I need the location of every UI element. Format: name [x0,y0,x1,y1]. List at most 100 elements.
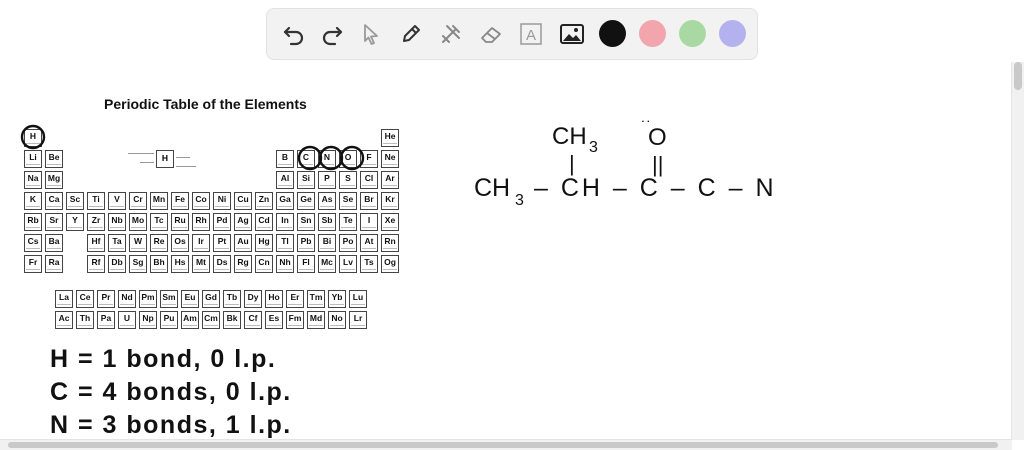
element-cell-detail [131,227,145,228]
element-cell-detail [246,304,260,305]
element-cell: K [24,192,42,210]
key-line [176,166,196,167]
vertical-scroll-thumb[interactable] [1014,62,1022,90]
element-cell: Br [360,192,378,210]
element-cell: Lr [349,311,367,329]
vertical-scrollbar[interactable] [1011,62,1024,440]
element-cell: Pa [97,311,115,329]
element-cell: Gd [202,290,220,308]
element-cell: Yb [328,290,346,308]
horizontal-scrollbar[interactable] [0,439,1012,450]
element-cell-detail [278,206,292,207]
element-cell: Rf [87,255,105,273]
element-cell-detail [89,227,103,228]
element-cell: Tm [307,290,325,308]
element-cell-detail [299,269,313,270]
element-cell: No [328,311,346,329]
element-cell: Ru [171,213,189,231]
element-cell: C [297,150,315,168]
element-cell: Cf [244,311,262,329]
element-cell-detail [299,206,313,207]
undo-button[interactable] [278,18,310,50]
element-cell: Zr [87,213,105,231]
element-cell-detail [246,325,260,326]
element-cell: Nb [108,213,126,231]
element-cell: Hs [171,255,189,273]
element-cell: Mt [192,255,210,273]
element-cell: Mn [150,192,168,210]
element-cell: Ga [276,192,294,210]
element-cell-detail [341,269,355,270]
element-cell: He [381,129,399,147]
element-cell: Te [339,213,357,231]
element-cell: At [360,234,378,252]
element-cell-detail [110,227,124,228]
color-swatch-pink[interactable] [639,20,666,47]
element-cell-detail [341,164,355,165]
element-cell: Bh [150,255,168,273]
element-cell-detail [26,143,40,144]
element-cell: Os [171,234,189,252]
pen-icon [403,25,420,42]
color-swatch-green[interactable] [679,20,706,47]
element-cell-detail [131,206,145,207]
element-cell: Ir [192,234,210,252]
element-cell: Rg [234,255,252,273]
element-cell: Pu [160,311,178,329]
element-cell-detail [110,248,124,249]
element-cell-detail [26,164,40,165]
element-cell: F [360,150,378,168]
element-cell-detail [131,248,145,249]
element-cell-detail [99,304,113,305]
element-cell: Pb [297,234,315,252]
select-tool-button[interactable] [355,18,387,50]
select-pointer-icon [364,24,378,45]
horizontal-scroll-thumb[interactable] [8,442,998,448]
element-cell: Ts [360,255,378,273]
tools-button[interactable] [435,18,467,50]
pen-tool-button[interactable] [395,18,427,50]
element-cell: Cd [255,213,273,231]
drawing-toolbar: A [266,8,758,60]
image-tool-button[interactable] [556,18,588,50]
element-cell: Tc [150,213,168,231]
element-cell: Ni [213,192,231,210]
eraser-button[interactable] [475,18,507,50]
element-cell-detail [288,304,302,305]
element-cell: Lv [339,255,357,273]
redo-button[interactable] [316,18,348,50]
element-cell-detail [110,269,124,270]
element-cell: Es [265,311,283,329]
element-cell-detail [26,227,40,228]
element-cell: Pt [213,234,231,252]
text-tool-button[interactable]: A [515,18,547,50]
element-cell: Cr [129,192,147,210]
color-swatch-purple[interactable] [719,20,746,47]
element-cell: Xe [381,213,399,231]
element-cell: Cs [24,234,42,252]
element-cell-detail [225,325,239,326]
element-cell: Fr [24,255,42,273]
element-cell-detail [320,185,334,186]
element-cell-detail [341,185,355,186]
element-cell: Sr [45,213,63,231]
element-cell-detail [194,206,208,207]
element-cell-detail [47,164,61,165]
element-cell: Nh [276,255,294,273]
element-cell-detail [341,206,355,207]
element-cell-detail [383,164,397,165]
element-cell-detail [152,206,166,207]
element-cell-detail [362,206,376,207]
element-cell: Er [286,290,304,308]
element-cell-detail [383,185,397,186]
element-cell-detail [215,248,229,249]
element-cell-detail [383,269,397,270]
element-cell: Cl [360,171,378,189]
element-cell: W [129,234,147,252]
element-cell: Ti [87,192,105,210]
element-cell-detail [341,248,355,249]
element-cell: Sg [129,255,147,273]
color-swatch-black[interactable] [599,20,626,47]
element-cell-detail [183,304,197,305]
element-cell: Am [181,311,199,329]
